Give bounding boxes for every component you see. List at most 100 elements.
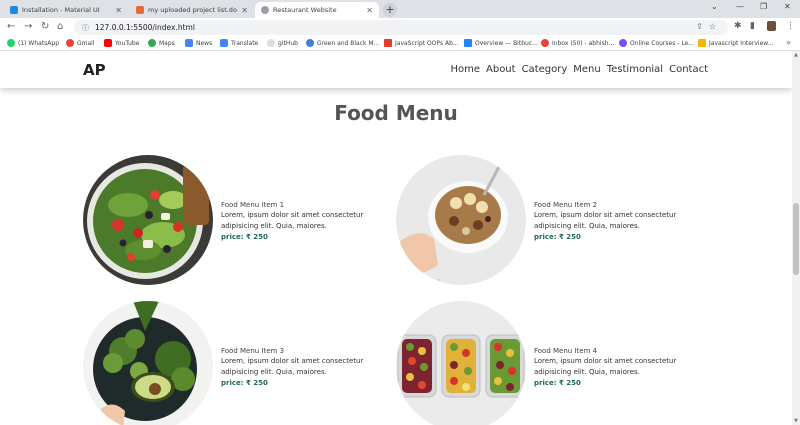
nav-link-about[interactable]: About (486, 64, 516, 75)
nav-link-menu[interactable]: Menu (573, 64, 600, 75)
address-bar[interactable]: ⓘ 127.0.0.1:5500/index.html ⇪☆ (74, 20, 728, 35)
gmail-icon (66, 39, 74, 47)
menu-item-name: Food Menu Item 3 (221, 347, 285, 355)
nav-link-home[interactable]: Home (450, 64, 480, 75)
side-panel-icon[interactable]: ▮ (750, 21, 755, 31)
omnibox-actions: ⇪☆ (696, 22, 722, 31)
material-ui-favicon-icon (10, 6, 18, 14)
menu-item-price: price: ₹ 250 (221, 233, 268, 241)
menu-card-text: Food Menu Item 2 Lorem, ipsum dolor sit … (534, 200, 704, 243)
menu-item-description: Lorem, ipsum dolor sit amet consectetur … (534, 357, 677, 376)
close-tab-icon[interactable]: ✕ (115, 6, 122, 15)
food-image-salad (83, 155, 213, 285)
close-window-icon[interactable]: ✕ (784, 2, 791, 11)
bookmark-translate[interactable]: Translate (220, 39, 258, 47)
restore-icon[interactable]: ❐ (760, 2, 767, 11)
menu-item-name: Food Menu Item 4 (534, 347, 598, 355)
gmail-icon (541, 39, 549, 47)
menu-item-description: Lorem, ipsum dolor sit amet consectetur … (221, 211, 364, 230)
forward-icon[interactable]: → (24, 21, 32, 32)
bookmark-javascript-oops[interactable]: JavaScript OOPs Ab... (384, 39, 459, 47)
bookmark-youtube[interactable]: YouTube (104, 39, 139, 47)
menu-item-price: price: ₹ 250 (534, 379, 581, 387)
menu-card-text: Food Menu Item 4 Lorem, ipsum dolor sit … (534, 346, 704, 389)
extensions-icon[interactable]: ✱ (734, 21, 742, 31)
share-icon[interactable]: ⇪ (696, 22, 709, 31)
github-icon (267, 39, 275, 47)
close-tab-icon[interactable]: ✕ (241, 6, 248, 15)
menu-card: Food Menu Item 2 Lorem, ipsum dolor sit … (396, 155, 706, 287)
file-favicon-icon (136, 6, 144, 14)
bookmark-gmail[interactable]: Gmail (66, 39, 95, 47)
menu-item-description: Lorem, ipsum dolor sit amet consectetur … (534, 211, 677, 230)
bookmark-label: JavaScript OOPs Ab... (395, 39, 459, 47)
scrollbar-thumb[interactable] (793, 203, 799, 275)
bookmark-label: Green and Black M... (317, 39, 380, 47)
page-scrollbar[interactable]: ▲ ▼ (792, 51, 800, 425)
reload-icon[interactable]: ↻ (41, 21, 49, 32)
bookmark-green-black[interactable]: Green and Black M... (306, 39, 379, 47)
bookmark-github[interactable]: gitHub (267, 39, 298, 47)
bookmark-label: gitHub (278, 39, 298, 47)
menu-item-price: price: ₹ 250 (221, 379, 268, 387)
bookmark-news[interactable]: News (185, 39, 212, 47)
bitbucket-icon (464, 39, 472, 47)
menu-item-name: Food Menu Item 2 (534, 201, 598, 209)
tab-title: my uploaded project list.downlo (148, 6, 237, 14)
scroll-up-arrow-icon[interactable]: ▲ (792, 52, 800, 58)
menu-card-text: Food Menu Item 3 Lorem, ipsum dolor sit … (221, 346, 391, 389)
browser-menu-icon[interactable]: ⋮ (786, 21, 795, 31)
back-icon[interactable]: ← (7, 21, 15, 32)
bookmark-label: Gmail (77, 39, 95, 47)
browser-tab-2[interactable]: my uploaded project list.downlo ✕ (130, 2, 254, 18)
bookmark-label: Overview — Bitbuc... (475, 39, 538, 47)
courses-icon (619, 39, 627, 47)
more-bookmarks-icon[interactable]: » (786, 38, 791, 47)
menu-card: Food Menu Item 1 Lorem, ipsum dolor sit … (83, 155, 393, 287)
menu-item-name: Food Menu Item 1 (221, 201, 285, 209)
tab-search-icon[interactable]: ⌄ (711, 2, 718, 11)
bookmark-label: News (196, 39, 213, 47)
food-image-meal-prep (396, 301, 526, 425)
bookmark-star-icon[interactable]: ☆ (709, 22, 722, 31)
whatsapp-icon (7, 39, 15, 47)
new-tab-button[interactable]: + (383, 3, 397, 17)
bookmark-label: Online Courses - Le... (630, 39, 694, 47)
browser-tab-strip: Installation - Material UI ✕ my uploaded… (0, 0, 800, 18)
minimize-icon[interactable]: — (736, 2, 744, 11)
browser-tab-3[interactable]: Restaurant Website ✕ (255, 2, 379, 18)
bookmark-label: Javascript Interview... (709, 39, 774, 47)
site-logo[interactable]: AP (83, 61, 106, 79)
bookmark-whatsapp[interactable]: (1) WhatsApp (7, 39, 59, 47)
menu-card-text: Food Menu Item 1 Lorem, ipsum dolor sit … (221, 200, 391, 243)
bookmark-bitbucket[interactable]: Overview — Bitbuc... (464, 39, 538, 47)
nav-link-contact[interactable]: Contact (669, 64, 708, 75)
close-tab-icon[interactable]: ✕ (366, 6, 373, 15)
nav-link-testimonial[interactable]: Testimonial (607, 64, 663, 75)
bookmark-maps[interactable]: Maps (148, 39, 175, 47)
bookmark-online-courses[interactable]: Online Courses - Le... (619, 39, 694, 47)
menu-item-description: Lorem, ipsum dolor sit amet consectetur … (221, 357, 364, 376)
menu-card: Food Menu Item 4 Lorem, ipsum dolor sit … (396, 301, 706, 425)
globe-favicon-icon (261, 6, 269, 14)
url-text: 127.0.0.1:5500/index.html (95, 23, 195, 32)
youtube-icon (104, 39, 112, 47)
nav-link-category[interactable]: Category (522, 64, 568, 75)
bookmark-js-interview[interactable]: Javascript Interview... (698, 39, 773, 47)
scroll-down-arrow-icon[interactable]: ▼ (792, 418, 800, 424)
vivaldi-v-icon (384, 39, 392, 47)
bookmark-inbox[interactable]: Inbox (50) - abhish... (541, 39, 614, 47)
home-icon[interactable]: ⌂ (57, 21, 63, 32)
bookmarks-bar: (1) WhatsApp Gmail YouTube Maps News Tra… (0, 37, 800, 51)
maps-icon (148, 39, 156, 47)
bookmark-label: (1) WhatsApp (18, 39, 60, 47)
chrome-icon (306, 39, 314, 47)
news-icon (185, 39, 193, 47)
browser-tab-1[interactable]: Installation - Material UI ✕ (4, 2, 128, 18)
food-menu-heading: Food Menu (334, 101, 458, 125)
site-header: AP Home About Category Menu Testimonial … (0, 51, 792, 88)
translate-icon (220, 39, 228, 47)
bookmark-label: Inbox (50) - abhish... (552, 39, 615, 47)
profile-avatar[interactable] (767, 21, 776, 31)
site-info-icon[interactable]: ⓘ (82, 23, 89, 33)
